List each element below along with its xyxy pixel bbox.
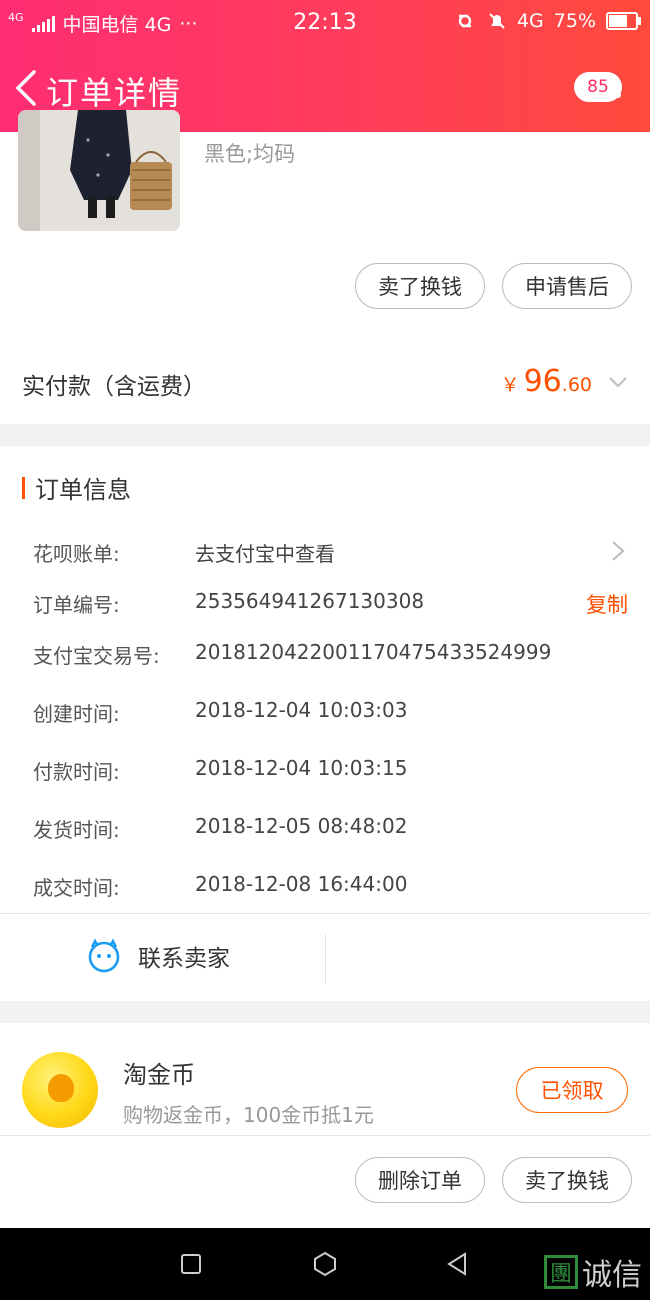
coins-claimed-button[interactable]: 已领取 (516, 1067, 628, 1113)
info-value: 2018-12-08 16:44:00 (195, 872, 408, 896)
contact-seller-label: 联系卖家 (138, 946, 230, 972)
amount-integer: 96 (523, 364, 562, 399)
actual-payment-label: 实付款（含运费） (22, 374, 206, 400)
back-arrow-icon[interactable] (12, 68, 42, 108)
info-row-huabei[interactable]: 花呗账单: 去支付宝中查看 (33, 534, 633, 568)
product-thumbnail[interactable] (18, 110, 180, 231)
sell-for-cash-button[interactable]: 卖了换钱 (355, 263, 485, 309)
info-value: 253564941267130308 (195, 589, 425, 613)
product-image (18, 110, 180, 231)
chevron-right-icon (612, 541, 625, 561)
product-variant: 黑色;均码 (204, 142, 296, 166)
actual-payment-amount: ￥ 96 .60 (501, 364, 592, 399)
section-accent-bar (22, 476, 25, 499)
watermark-logo: 團 诚信 (544, 1250, 642, 1294)
info-key: 付款时间: (33, 760, 120, 784)
chat-face-icon (88, 938, 120, 973)
page-title: 订单详情 (46, 74, 183, 112)
order-info-title-text: 订单信息 (35, 476, 131, 504)
after-sale-button[interactable]: 申请售后 (502, 263, 632, 309)
info-key: 支付宝交易号: (33, 644, 160, 668)
gold-coin-icon (22, 1052, 98, 1128)
battery-percent: 75% (553, 10, 596, 32)
delete-order-button[interactable]: 删除订单 (355, 1157, 485, 1203)
info-row-paid: 付款时间: 2018-12-04 10:03:15 (33, 752, 633, 786)
divider (0, 913, 650, 914)
link-icon (458, 14, 472, 28)
message-count-badge: 85 (574, 72, 622, 102)
divider-vertical (325, 934, 326, 984)
expand-chevron-icon[interactable] (608, 372, 628, 392)
info-key: 发货时间: (33, 818, 120, 842)
info-value: 2018-12-05 08:48:02 (195, 814, 408, 838)
more-menu-button[interactable]: 85 (574, 72, 628, 120)
coins-title: 淘金币 (123, 1061, 195, 1089)
copy-order-number-button[interactable]: 复制 (586, 589, 628, 619)
info-value: 2018-12-04 10:03:15 (195, 756, 408, 780)
currency-symbol: ￥ (500, 374, 520, 396)
mute-bell-icon (489, 13, 505, 29)
divider (0, 1135, 650, 1136)
watermark-text: 诚信 (582, 1258, 642, 1293)
info-value: 2018-12-04 10:03:03 (195, 698, 408, 722)
contact-seller-button[interactable]: 联系卖家 (86, 938, 230, 974)
watermark-seal: 團 (544, 1255, 578, 1289)
info-row-alipay-trade: 支付宝交易号: 2018120422001170475433524999 (33, 636, 633, 670)
order-info-title: 订单信息 (22, 470, 131, 505)
info-row-shipped: 发货时间: 2018-12-05 08:48:02 (33, 810, 633, 844)
info-key: 花呗账单: (33, 542, 120, 566)
amount-decimal: .60 (561, 374, 592, 396)
system-back-icon[interactable] (445, 1251, 469, 1277)
info-value: 去支付宝中查看 (195, 542, 335, 566)
coins-subtitle: 购物返金币，100金币抵1元 (123, 1103, 374, 1127)
info-key: 订单编号: (33, 593, 120, 617)
battery-icon (606, 12, 641, 30)
recents-icon[interactable] (180, 1253, 202, 1275)
status-bar: 4G 中国电信 4G ··· 22:13 4G 75% (0, 8, 650, 38)
info-key: 创建时间: (33, 702, 120, 726)
info-row-completed: 成交时间: 2018-12-08 16:44:00 (33, 868, 633, 902)
network-type-right: 4G (516, 10, 544, 32)
home-icon[interactable] (312, 1251, 338, 1277)
info-row-created: 创建时间: 2018-12-04 10:03:03 (33, 694, 633, 728)
info-row-order-number: 订单编号: 253564941267130308 复制 (33, 585, 633, 619)
info-key: 成交时间: (33, 876, 120, 900)
sell-for-cash-bottom-button[interactable]: 卖了换钱 (502, 1157, 632, 1203)
info-value: 2018120422001170475433524999 (195, 640, 552, 664)
